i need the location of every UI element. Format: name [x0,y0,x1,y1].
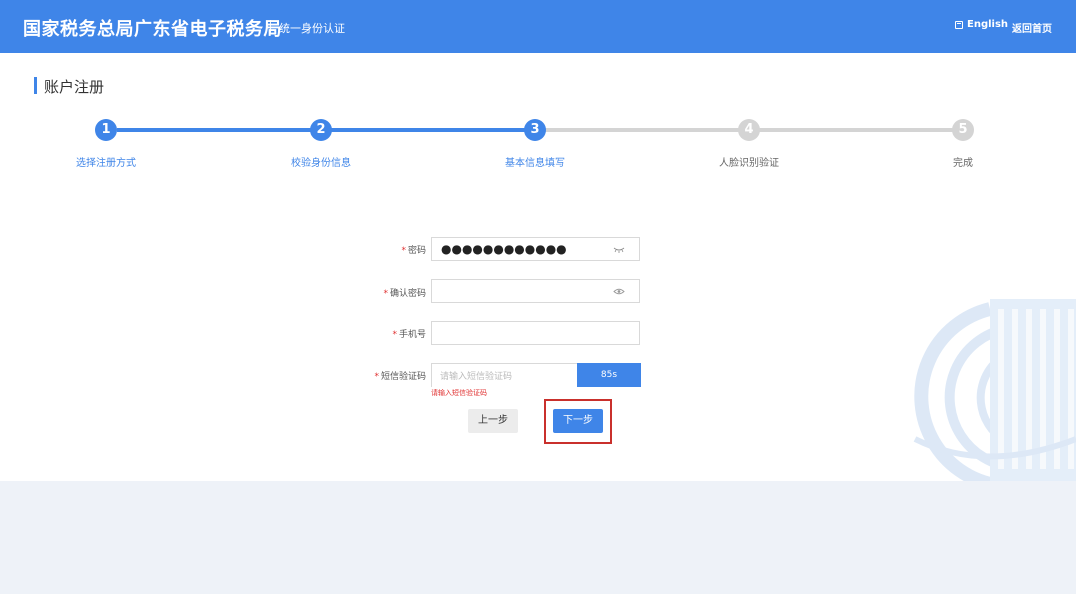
phone-field[interactable] [431,321,640,345]
step-4-label: 人脸识别验证 [719,158,779,169]
registration-card: 账户注册 1 2 3 4 5 选择注册方式 校验身份信息 基本信息填写 人脸识别… [0,53,1076,481]
required-mark: * [383,289,388,299]
next-step-button[interactable]: 下一步 [553,409,603,433]
title-accent-bar [34,77,37,94]
step-2-circle: 2 [310,119,332,141]
step-connector-3-4 [535,128,749,132]
top-header: 国家税务总局广东省电子税务局 统一身份认证 English 返回首页 [0,0,1076,53]
sms-code-input[interactable] [432,366,577,388]
language-icon [955,20,963,29]
sms-code-error: 请输入短信验证码 [431,389,487,397]
step-1-circle: 1 [95,119,117,141]
site-subtitle: 统一身份认证 [279,22,345,35]
step-connector-4-5 [749,128,963,132]
prev-step-button[interactable]: 上一步 [468,409,518,433]
password-field[interactable]: ●●●●●●●●●●●● [431,237,640,261]
required-mark: * [374,372,379,382]
step-3-circle: 3 [524,119,546,141]
phone-input[interactable] [432,322,639,345]
confirm-password-label: * 确认密码 [383,289,426,299]
step-4-circle: 4 [738,119,760,141]
language-switch-link[interactable]: English [955,19,1008,30]
required-mark: * [401,246,406,256]
eye-closed-icon[interactable] [613,246,625,253]
sms-code-label: * 短信验证码 [374,372,426,382]
step-2-label: 校验身份信息 [291,158,351,169]
home-link[interactable]: 返回首页 [1012,20,1052,35]
sms-code-field[interactable] [431,363,578,388]
step-connector-1-2 [117,128,321,132]
confirm-password-field[interactable] [431,279,640,303]
confirm-password-input[interactable] [432,280,639,303]
language-label: English [967,19,1009,30]
required-mark: * [392,330,397,340]
step-5-label: 完成 [953,158,973,169]
sms-countdown-button[interactable]: 85s [577,363,641,387]
page-title: 账户注册 [44,78,105,96]
password-label: * 密码 [401,246,426,256]
tax-emblem-watermark [913,299,1076,481]
step-1-label: 选择注册方式 [76,158,136,169]
step-5-circle: 5 [952,119,974,141]
step-3-label: 基本信息填写 [505,158,565,169]
phone-label: * 手机号 [392,330,426,340]
site-title: 国家税务总局广东省电子税务局 [23,19,282,40]
password-value: ●●●●●●●●●●●● [441,242,567,256]
eye-icon[interactable] [613,288,625,295]
title-divider [270,20,271,33]
step-connector-2-3 [321,128,535,132]
